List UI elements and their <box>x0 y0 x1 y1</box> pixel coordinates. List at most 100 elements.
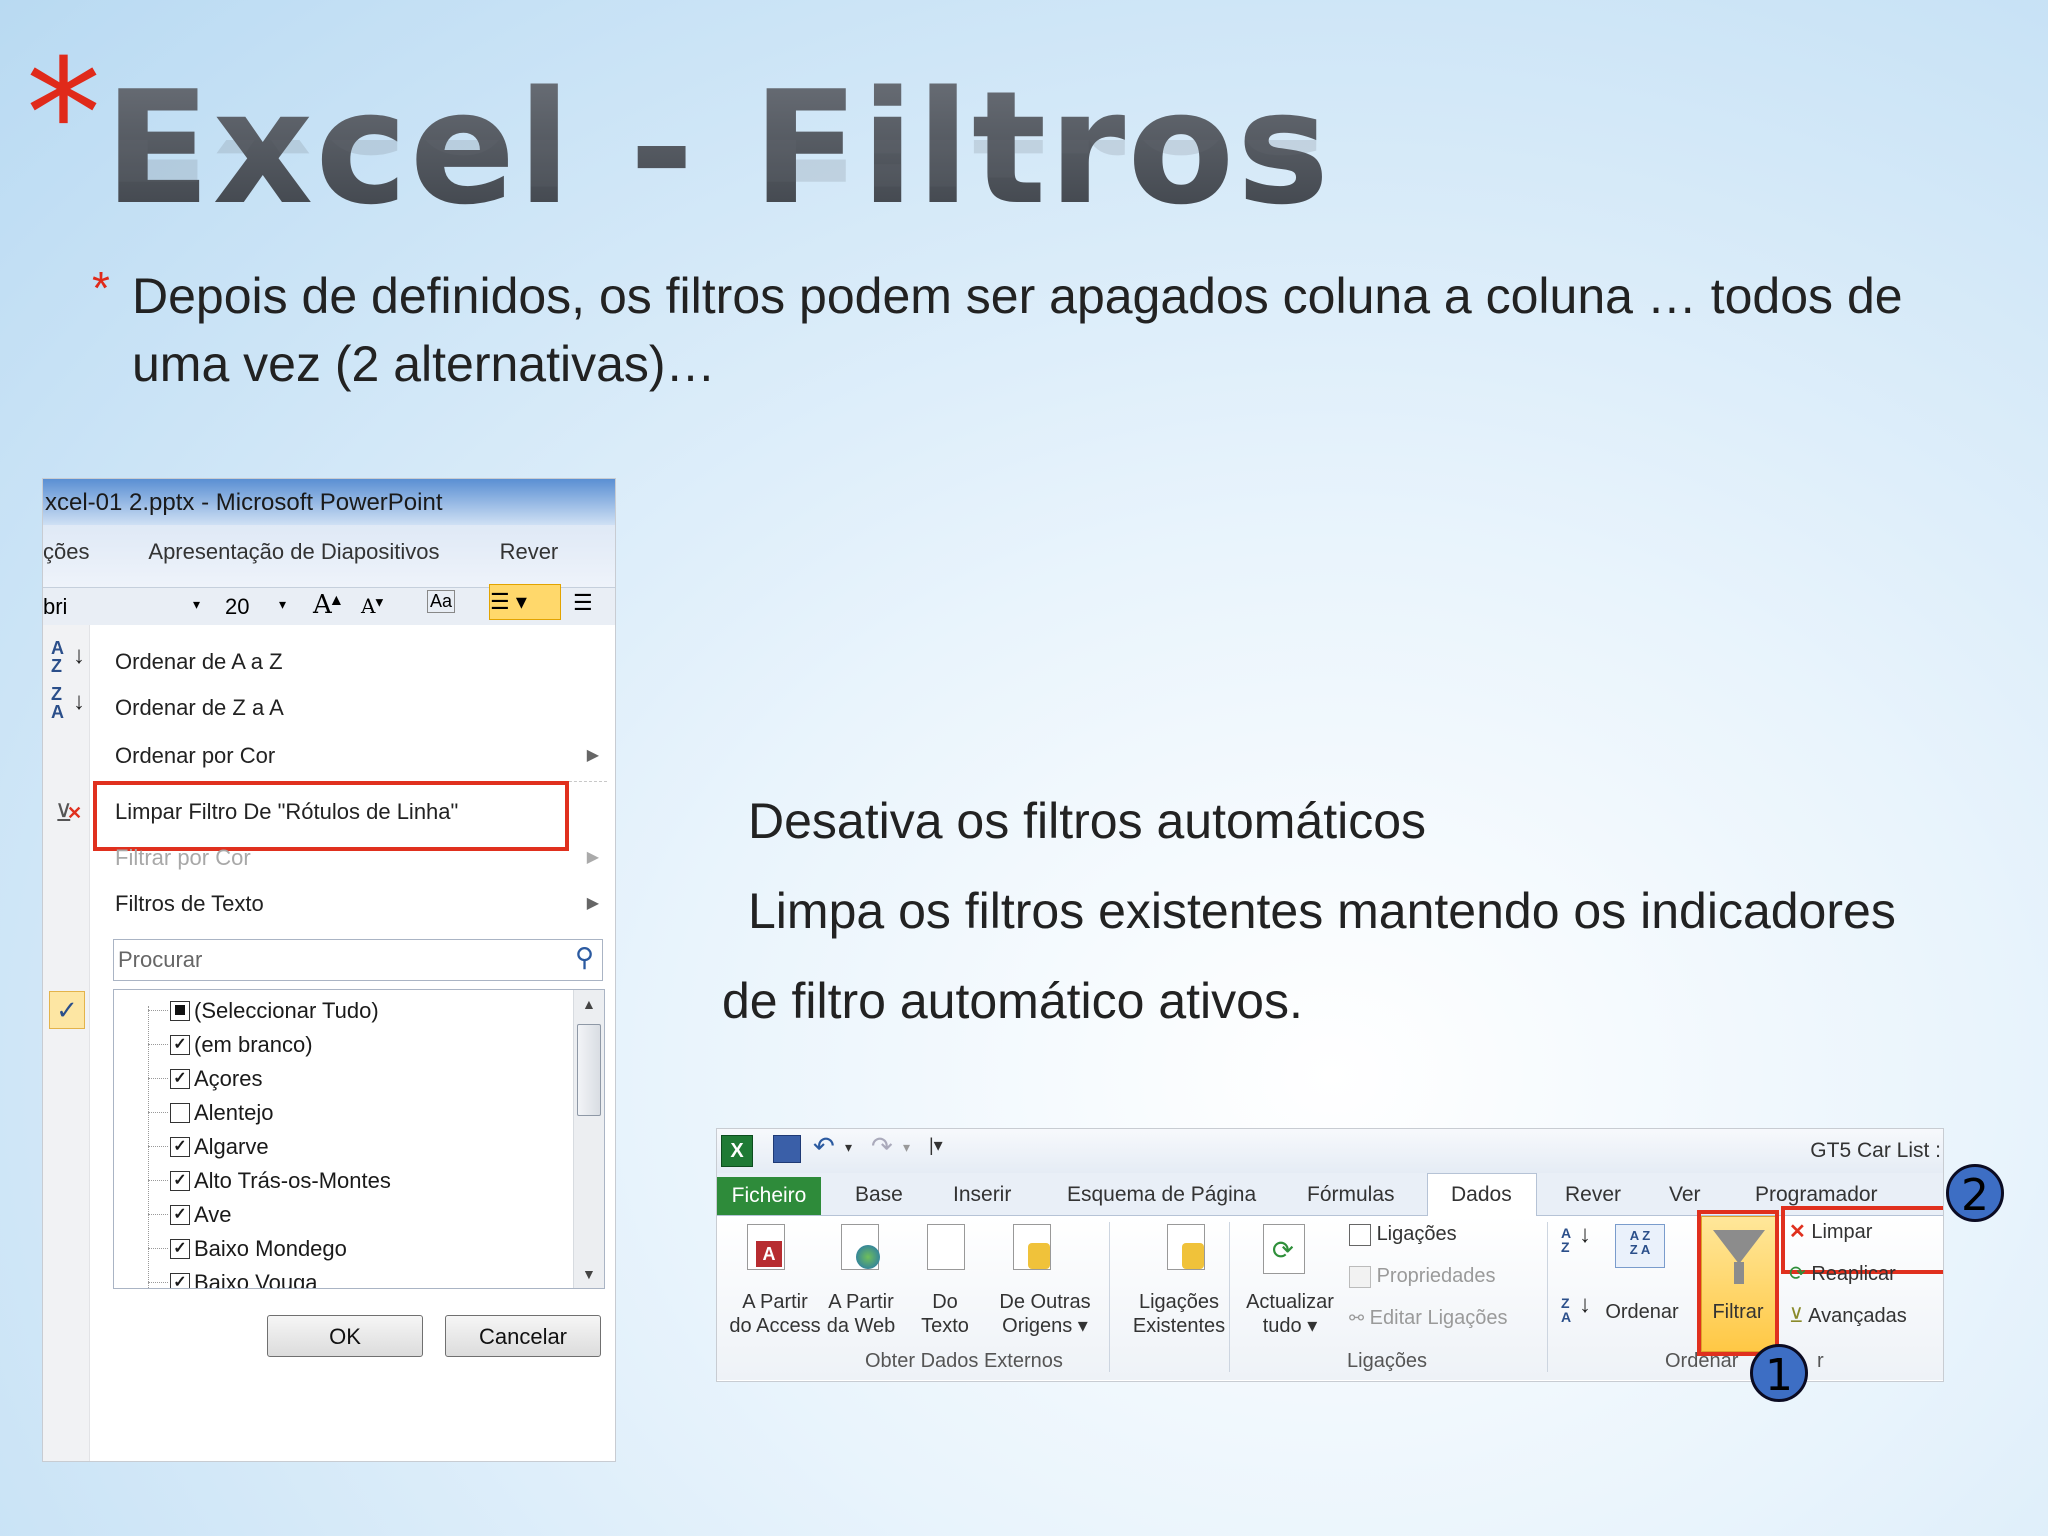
access-icon: A <box>747 1224 785 1270</box>
button-advanced[interactable]: ⊻ Avançadas <box>1789 1304 1907 1328</box>
search-field[interactable]: Procurar ⚲ <box>113 939 603 981</box>
properties-icon <box>1349 1265 1371 1288</box>
shrink-font-icon[interactable]: A▼ <box>361 594 383 618</box>
checkbox[interactable]: ✓ <box>170 1273 190 1288</box>
button-connections[interactable]: Ligações <box>1349 1222 1457 1246</box>
bullet-asterisk: * <box>92 262 110 314</box>
search-icon: ⚲ <box>574 942 594 972</box>
list-item[interactable]: ✓ Ave <box>148 1202 232 1228</box>
list-item[interactable]: ✓ (em branco) <box>148 1032 313 1058</box>
tab-partial[interactable]: ções <box>43 539 89 564</box>
checkbox[interactable] <box>170 1001 190 1021</box>
tab-formulas[interactable]: Fórmulas <box>1307 1183 1395 1207</box>
tab-ficheiro[interactable]: Ficheiro <box>717 1177 821 1215</box>
button-existing-connections[interactable]: Ligações Existentes <box>1117 1290 1241 1338</box>
group-separator <box>1547 1222 1548 1372</box>
font-size-select[interactable]: 20 <box>225 594 249 620</box>
checkbox[interactable]: ✓ <box>170 1069 190 1089</box>
ok-button[interactable]: OK <box>267 1315 423 1357</box>
redo-icon[interactable]: ↷ <box>871 1131 893 1162</box>
web-icon <box>841 1224 880 1270</box>
tab-esquema[interactable]: Esquema de Página <box>1067 1183 1256 1207</box>
group-separator <box>1109 1222 1110 1372</box>
tab-slideshow[interactable]: Apresentação de Diapositivos <box>148 539 439 564</box>
tab-rever[interactable]: Rever <box>1565 1183 1621 1207</box>
bullet-text: Depois de definidos, os filtros podem se… <box>132 268 1903 392</box>
scroll-thumb[interactable] <box>577 1024 601 1116</box>
scroll-down-icon[interactable]: ▼ <box>582 1266 596 1282</box>
list-item[interactable]: (Seleccionar Tudo) <box>148 998 379 1024</box>
tree-connector <box>148 1010 168 1011</box>
grow-font-icon[interactable]: A▲ <box>313 590 341 620</box>
tree-connector <box>148 1146 168 1147</box>
tab-inserir[interactable]: Inserir <box>953 1183 1011 1207</box>
callout-1: 1 <box>1750 1344 1808 1402</box>
list-item[interactable]: ✓ Alto Trás-os-Montes <box>148 1168 391 1194</box>
tab-ver[interactable]: Ver <box>1669 1183 1701 1207</box>
checkbox[interactable]: ✓ <box>170 1239 190 1259</box>
button-label: Texto <box>921 1315 969 1337</box>
submenu-arrow-icon: ▶ <box>586 849 599 866</box>
list-item[interactable]: ✓ Baixo Mondego <box>148 1236 347 1262</box>
checkbox[interactable]: ✓ <box>170 1205 190 1225</box>
checkbox[interactable] <box>170 1103 190 1123</box>
tree-connector <box>148 1180 168 1181</box>
menu-item-text-filters[interactable]: Filtros de Texto <box>115 891 264 917</box>
button-from-web[interactable]: A Partir da Web <box>821 1290 901 1338</box>
customize-qat-icon[interactable]: |▾ <box>929 1135 943 1156</box>
dropdown-arrow-icon[interactable]: ▾ <box>903 1139 910 1156</box>
save-icon[interactable] <box>773 1135 801 1163</box>
list-item-label: Alto Trás-os-Montes <box>194 1168 391 1193</box>
list-item[interactable]: ✓ Baixo Vouga <box>148 1270 318 1288</box>
highlight-box <box>93 781 569 851</box>
tab-programador[interactable]: Programador <box>1755 1183 1878 1207</box>
menu-item-sort-az[interactable]: Ordenar de A a Z <box>115 649 283 675</box>
search-input[interactable]: Procurar <box>118 947 202 973</box>
button-label: Origens <box>1002 1315 1073 1337</box>
group-label-connections: Ligações <box>1347 1350 1428 1372</box>
sort-za-icon[interactable]: Z A ↓ <box>1561 1293 1591 1325</box>
list-item-label: Açores <box>194 1066 263 1091</box>
menu-item-sort-color[interactable]: Ordenar por Cor <box>115 743 275 769</box>
dropdown-arrow-icon[interactable]: ▾ <box>279 596 286 613</box>
list-item[interactable]: ✓ Açores <box>148 1066 263 1092</box>
clear-format-icon[interactable]: Aa <box>427 590 456 613</box>
tab-dados[interactable]: Dados <box>1451 1183 1512 1207</box>
button-from-access[interactable]: A Partir do Access <box>727 1290 823 1338</box>
sort-dialog-icon[interactable]: A ZZ A <box>1615 1224 1665 1268</box>
submenu-arrow-icon: ▶ <box>586 895 599 912</box>
dropdown-arrow-icon[interactable]: ▾ <box>193 596 200 613</box>
scroll-up-icon[interactable]: ▲ <box>582 996 596 1012</box>
tree-connector <box>148 1248 168 1249</box>
checkmark-icon: ✓ <box>49 991 85 1029</box>
undo-icon[interactable]: ↶ <box>813 1131 835 1162</box>
button-label: A Partir <box>742 1291 808 1313</box>
advanced-filter-icon: ⊻ <box>1789 1305 1804 1327</box>
button-from-text[interactable]: Do Texto <box>919 1290 971 1338</box>
checkbox[interactable]: ✓ <box>170 1171 190 1191</box>
bullets-icon[interactable]: ☰ ▾ <box>489 584 561 620</box>
button-sort[interactable]: Ordenar <box>1599 1300 1685 1324</box>
list-item-label: (Seleccionar Tudo) <box>194 998 379 1023</box>
list-item[interactable]: ✓ Algarve <box>148 1134 269 1160</box>
list-item-label: Algarve <box>194 1134 269 1159</box>
button-other-sources[interactable]: De Outras Origens ▾ <box>993 1290 1097 1338</box>
tab-base[interactable]: Base <box>855 1183 903 1207</box>
button-label: Existentes <box>1132 1315 1226 1337</box>
tab-review[interactable]: Rever <box>500 539 559 564</box>
sort-az-icon[interactable]: A Z ↓ <box>1561 1223 1591 1255</box>
font-name-select[interactable]: bri <box>43 594 203 620</box>
menu-item-sort-za[interactable]: Ordenar de Z a A <box>115 695 284 721</box>
numbering-icon[interactable]: ☰ <box>573 590 593 616</box>
existing-connections-icon <box>1167 1224 1205 1270</box>
button-reapply[interactable]: ⟳ Reaplicar <box>1789 1262 1896 1286</box>
button-label: Ligações <box>1138 1291 1220 1313</box>
checkbox[interactable]: ✓ <box>170 1035 190 1055</box>
checkbox[interactable]: ✓ <box>170 1137 190 1157</box>
dropdown-arrow-icon[interactable]: ▾ <box>845 1139 852 1156</box>
tree-connector <box>148 1282 168 1283</box>
list-item[interactable]: Alentejo <box>148 1100 274 1126</box>
cancel-button[interactable]: Cancelar <box>445 1315 601 1357</box>
list-scrollbar[interactable]: ▲ ▼ <box>573 990 604 1288</box>
button-refresh-all[interactable]: Actualizar tudo ▾ <box>1241 1290 1339 1338</box>
